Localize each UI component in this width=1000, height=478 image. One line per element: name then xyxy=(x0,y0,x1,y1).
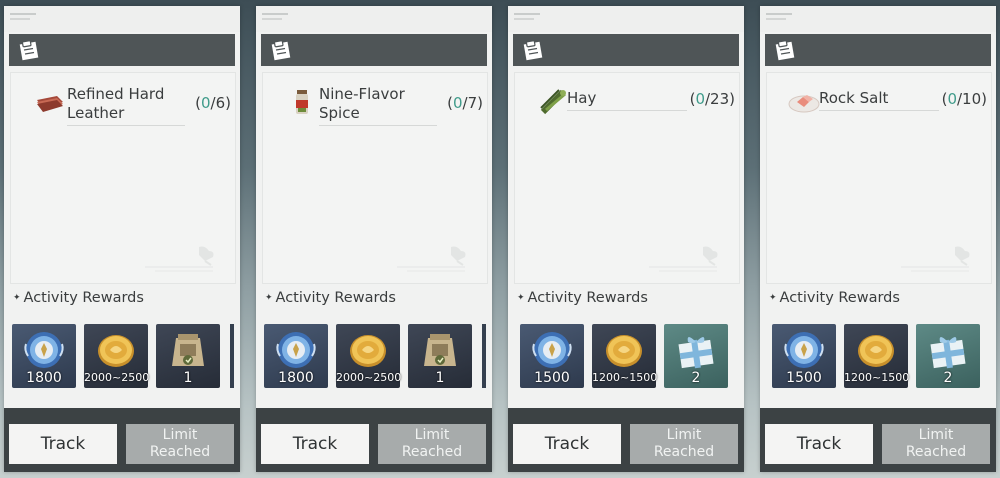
reward-slot[interactable]: 2000~2500 xyxy=(336,324,402,388)
item-name: Hay xyxy=(567,89,687,111)
card-header-bar xyxy=(9,34,235,66)
gift-box-icon xyxy=(926,330,970,370)
spice-jar-icon xyxy=(285,88,319,116)
reward-slot[interactable]: 2 xyxy=(916,324,980,388)
card-top-strip xyxy=(760,6,996,32)
clipboard-icon xyxy=(18,39,42,61)
rewards-title: ✦ Activity Rewards xyxy=(517,290,648,306)
item-progress-count: (0/6) xyxy=(195,94,231,112)
hay-icon xyxy=(537,88,571,116)
card-top-strip xyxy=(256,6,492,32)
activity-medal-icon xyxy=(530,330,574,370)
requirement-panel: Refined Hard Leather (0/6) xyxy=(10,72,236,284)
card-action-bar: Track Limit Reached xyxy=(508,408,744,472)
reward-quantity: 1200~1500 xyxy=(844,371,910,384)
item-progress-count: (0/7) xyxy=(447,94,483,112)
item-progress-current: 0 xyxy=(453,94,463,112)
reward-slot-peek xyxy=(230,324,234,388)
card-top-strip xyxy=(508,6,744,32)
reward-quantity: 1500 xyxy=(786,370,822,386)
activity-medal-icon xyxy=(274,330,318,370)
diamond-bullet-icon: ✦ xyxy=(265,293,273,303)
clipboard-icon xyxy=(522,39,546,61)
requirement-panel: Nine-Flavor Spice (0/7) xyxy=(262,72,488,284)
card-header-bar xyxy=(765,34,991,66)
commission-card: Rock Salt (0/10) ✦ Activity Rewards 1500 … xyxy=(760,6,996,472)
gold-coin-icon xyxy=(854,330,898,370)
reward-slot[interactable]: 1 xyxy=(156,324,220,388)
card-header-bar xyxy=(513,34,739,66)
card-action-bar: Track Limit Reached xyxy=(4,408,240,472)
gold-coin-icon xyxy=(346,330,390,370)
reward-slot[interactable]: 2 xyxy=(664,324,728,388)
reward-slot[interactable]: 1 xyxy=(408,324,472,388)
item-progress-current: 0 xyxy=(201,94,211,112)
reward-slot[interactable]: 1500 xyxy=(520,324,584,388)
item-name: Rock Salt xyxy=(819,89,939,111)
reward-quantity: 2000~2500 xyxy=(84,371,150,384)
watermark-emblem xyxy=(387,243,477,275)
reward-slot[interactable]: 1200~1500 xyxy=(844,324,910,388)
rewards-title: ✦ Activity Rewards xyxy=(769,290,900,306)
track-button[interactable]: Track xyxy=(9,424,117,464)
limit-reached-button[interactable]: Limit Reached xyxy=(882,424,990,464)
reward-slot[interactable]: 1800 xyxy=(264,324,328,388)
reward-quantity: 1200~1500 xyxy=(592,371,658,384)
reward-quantity: 2 xyxy=(691,370,701,386)
gold-coin-icon xyxy=(602,330,646,370)
item-progress-current: 0 xyxy=(695,90,705,108)
activity-medal-icon xyxy=(22,330,66,370)
limit-reached-button[interactable]: Limit Reached xyxy=(126,424,234,464)
reward-slot[interactable]: 1800 xyxy=(12,324,76,388)
commission-card: Nine-Flavor Spice (0/7) ✦ Activity Reward… xyxy=(256,6,492,472)
clipboard-icon xyxy=(270,39,294,61)
watermark-emblem xyxy=(135,243,225,275)
supply-sack-icon xyxy=(418,330,462,370)
track-button[interactable]: Track xyxy=(513,424,621,464)
rewards-title: ✦ Activity Rewards xyxy=(265,290,396,306)
limit-reached-button[interactable]: Limit Reached xyxy=(378,424,486,464)
reward-quantity: 2 xyxy=(943,370,953,386)
leather-icon xyxy=(33,88,67,116)
item-progress-current: 0 xyxy=(947,90,957,108)
gold-coin-icon xyxy=(94,330,138,370)
item-progress-count: (0/10) xyxy=(941,90,987,108)
clipboard-icon xyxy=(774,39,798,61)
reward-quantity: 2000~2500 xyxy=(336,371,402,384)
reward-quantity: 1800 xyxy=(26,370,62,386)
requirement-panel: Hay (0/23) xyxy=(514,72,740,284)
requirement-panel: Rock Salt (0/10) xyxy=(766,72,992,284)
diamond-bullet-icon: ✦ xyxy=(13,293,21,303)
reward-slot[interactable]: 1500 xyxy=(772,324,836,388)
track-button[interactable]: Track xyxy=(765,424,873,464)
reward-quantity: 1800 xyxy=(278,370,314,386)
item-name: Refined Hard Leather xyxy=(67,85,185,126)
limit-reached-button[interactable]: Limit Reached xyxy=(630,424,738,464)
supply-sack-icon xyxy=(166,330,210,370)
item-name: Nine-Flavor Spice xyxy=(319,85,437,126)
reward-slot[interactable]: 1200~1500 xyxy=(592,324,658,388)
rock-salt-icon xyxy=(787,88,821,116)
reward-quantity: 1500 xyxy=(534,370,570,386)
rewards-title: ✦ Activity Rewards xyxy=(13,290,144,306)
card-top-strip xyxy=(4,6,240,32)
card-action-bar: Track Limit Reached xyxy=(256,408,492,472)
gift-box-icon xyxy=(674,330,718,370)
diamond-bullet-icon: ✦ xyxy=(517,293,525,303)
diamond-bullet-icon: ✦ xyxy=(769,293,777,303)
track-button[interactable]: Track xyxy=(261,424,369,464)
reward-quantity: 1 xyxy=(435,370,445,386)
reward-quantity: 1 xyxy=(183,370,193,386)
reward-slot-peek xyxy=(482,324,486,388)
card-header-bar xyxy=(261,34,487,66)
watermark-emblem xyxy=(891,243,981,275)
card-action-bar: Track Limit Reached xyxy=(760,408,996,472)
commission-card: Hay (0/23) ✦ Activity Rewards 1500 1200~1… xyxy=(508,6,744,472)
item-progress-count: (0/23) xyxy=(689,90,735,108)
watermark-emblem xyxy=(639,243,729,275)
reward-slot[interactable]: 2000~2500 xyxy=(84,324,150,388)
activity-medal-icon xyxy=(782,330,826,370)
commission-card: Refined Hard Leather (0/6) ✦ Activity Rew… xyxy=(4,6,240,472)
